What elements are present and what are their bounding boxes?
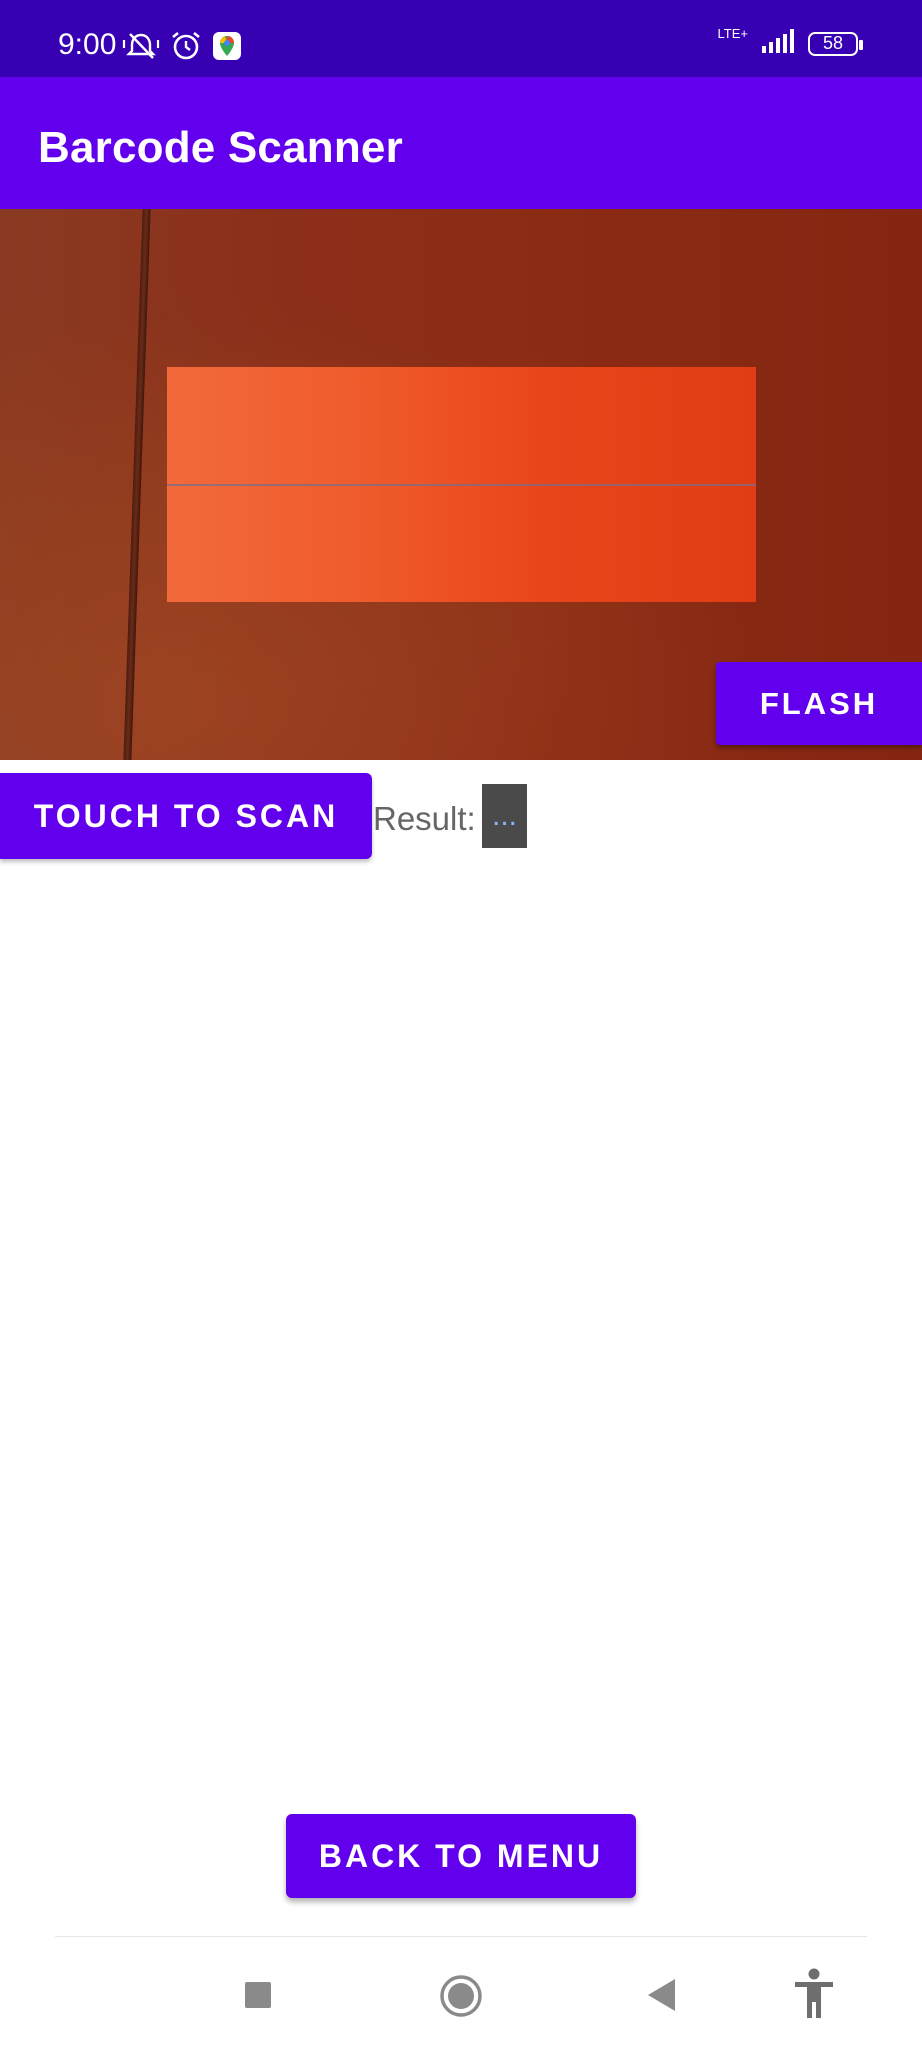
alarm-icon xyxy=(170,30,202,67)
flash-button[interactable]: FLASH xyxy=(716,662,922,745)
status-icons-right: LTE+ 58 xyxy=(717,26,863,59)
camera-background-seam xyxy=(123,209,151,760)
scan-line xyxy=(167,484,756,486)
back-to-menu-button[interactable]: BACK TO MENU xyxy=(286,1814,636,1898)
touch-to-scan-button[interactable]: TOUCH TO SCAN xyxy=(0,773,372,859)
mute-notifications-icon xyxy=(122,31,160,66)
recents-square-icon[interactable] xyxy=(240,1977,276,2013)
maps-icon xyxy=(212,31,242,66)
signal-icon xyxy=(760,28,796,59)
battery-icon: 58 xyxy=(808,31,863,56)
network-type: LTE+ xyxy=(717,26,748,41)
home-circle-icon[interactable] xyxy=(437,1972,485,2020)
result-value: ... xyxy=(482,784,527,848)
status-bar: 9:00 LTE+ 58 xyxy=(0,0,922,77)
app-bar: Barcode Scanner xyxy=(0,77,922,209)
battery-level: 58 xyxy=(822,33,844,53)
accessibility-icon[interactable] xyxy=(791,1967,837,2021)
app-title: Barcode Scanner xyxy=(38,123,403,172)
result-label: Result: xyxy=(373,800,476,837)
back-triangle-icon[interactable] xyxy=(643,1975,679,2015)
scan-area xyxy=(167,367,756,602)
status-icons-left xyxy=(122,30,242,67)
status-time: 9:00 xyxy=(58,28,117,61)
navigation-bar xyxy=(0,1937,922,2048)
